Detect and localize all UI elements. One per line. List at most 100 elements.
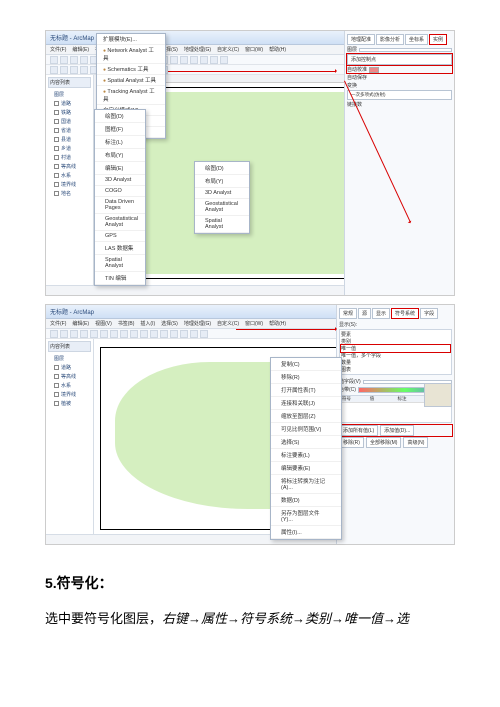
advanced-btn[interactable]: 高级(N) xyxy=(403,437,428,448)
tb-item[interactable]: LAS 数据集 xyxy=(95,242,145,255)
tb-item[interactable]: Spatial Analyst xyxy=(95,255,145,272)
tb-item[interactable]: 标注(L) xyxy=(95,136,145,149)
tb-item[interactable]: 3D Analyst xyxy=(95,175,145,186)
menu-geoproc[interactable]: 地理处理(G) xyxy=(184,320,211,327)
menu-window[interactable]: 窗口(W) xyxy=(245,46,263,53)
cat-item[interactable]: 唯一值，多个字段 xyxy=(341,352,450,359)
m-item[interactable]: 3D Analyst xyxy=(195,188,249,199)
menu-help[interactable]: 帮助(H) xyxy=(269,320,286,327)
tb-item[interactable]: 绘图(D) xyxy=(95,110,145,123)
ctx-item[interactable]: 标注要素(L) xyxy=(271,449,341,462)
menu-customize[interactable]: 自定义(C) xyxy=(217,46,239,53)
menu-help[interactable]: 帮助(H) xyxy=(269,46,286,53)
lbl-auto2: 自动保存 xyxy=(347,74,367,81)
georef-panel[interactable]: 地理配准 影像分析 坐标系 实例 图层 添加控制点 自动校准 自动保存 变换 一… xyxy=(344,31,454,295)
ptab[interactable]: 显示 xyxy=(372,308,390,319)
symbology-panel[interactable]: 常规 源 显示 符号系统 字段 显示(S): 要素 类别 唯一值 唯一值，多个字… xyxy=(336,305,454,544)
ctx-item[interactable]: 连接和关联(J) xyxy=(271,397,341,410)
arcmap-screenshot-1: 无标题 - ArcMap 文件(F) 编辑(E) 视图(V) 书签(B) 插入(… xyxy=(45,30,455,296)
panel-tab-active[interactable]: 实例 xyxy=(429,34,447,45)
add-control-point[interactable]: 添加控制点 xyxy=(347,54,452,65)
toc-layers-group[interactable]: 图层 xyxy=(48,90,91,99)
menu-geoproc[interactable]: 地理处理(G) xyxy=(184,46,211,53)
ctx-item[interactable]: 选择(S) xyxy=(271,436,341,449)
menu-ext-heading[interactable]: 扩展模块(E)... xyxy=(97,34,165,45)
toc-item: 村道 xyxy=(48,153,91,162)
table-of-contents[interactable]: 内容列表 图层 道路 等高线 水系 境界线 植被 xyxy=(46,339,94,534)
toc-item: 等高线 xyxy=(48,372,91,381)
add-all-values[interactable]: 添加所有值(L) xyxy=(339,425,378,436)
analysis-menu[interactable]: 绘图(D) 布局(Y) 3D Analyst Geostatistical An… xyxy=(194,161,250,234)
callout-arrow-3 xyxy=(236,329,336,330)
tb-item[interactable]: 图框(F) xyxy=(95,123,145,136)
menu-edit[interactable]: 编辑(E) xyxy=(72,320,89,327)
remove-btn[interactable]: 移除(R) xyxy=(339,437,364,448)
para-b: 右键→属性→符号系统→类别→唯一值→选 xyxy=(162,611,409,626)
add-values[interactable]: 添加值(D)... xyxy=(380,425,414,436)
cat-item[interactable]: 图表 xyxy=(341,366,450,373)
ptab[interactable]: 字段 xyxy=(420,308,438,319)
menu-select[interactable]: 选择(S) xyxy=(161,320,178,327)
arcmap-screenshot-2: 无标题 - ArcMap 文件(F) 编辑(E) 视图(V) 书签(B) 插入(… xyxy=(45,304,455,545)
m-item[interactable]: 绘图(D) xyxy=(195,162,249,175)
remove-all-btn[interactable]: 全部移除(M) xyxy=(366,437,402,448)
panel-tab[interactable]: 影像分析 xyxy=(376,34,404,45)
cat-item[interactable]: 数量 xyxy=(341,359,450,366)
toc-item: 植被 xyxy=(48,399,91,408)
layer-dropdown[interactable] xyxy=(359,48,452,52)
panel-tab[interactable]: 坐标系 xyxy=(405,34,428,45)
menu-insert[interactable]: 插入(I) xyxy=(140,320,155,327)
submenu-toolbars[interactable]: 绘图(D) 图框(F) 标注(L) 布局(Y) 编辑(E) 3D Analyst… xyxy=(94,109,146,286)
menu-edit[interactable]: 编辑(E) xyxy=(72,46,89,53)
ext-item[interactable]: Spatial Analyst 工具 xyxy=(97,75,165,86)
menu-customize[interactable]: 自定义(C) xyxy=(217,320,239,327)
cat-item[interactable]: 类别 xyxy=(341,338,450,345)
tb-item[interactable]: Data Driven Pages xyxy=(95,197,145,214)
toc-item: 乡道 xyxy=(48,144,91,153)
ctx-item[interactable]: 打开属性表(T) xyxy=(271,384,341,397)
toc-item: 省道 xyxy=(48,126,91,135)
ctx-item[interactable]: 将标注转换为注记(A)... xyxy=(271,475,341,494)
ptab[interactable]: 常规 xyxy=(339,308,357,319)
cat-item[interactable]: 要素 xyxy=(341,331,450,338)
m-item[interactable]: Spatial Analyst xyxy=(195,216,249,233)
ctx-item[interactable]: 可见比例范围(V) xyxy=(271,423,341,436)
menu-window[interactable]: 窗口(W) xyxy=(245,320,263,327)
tb-item[interactable]: Geostatistical Analyst xyxy=(95,214,145,231)
show-label: 显示(S): xyxy=(339,321,452,328)
transform-dropdown[interactable]: 一次多项式(仿射) xyxy=(347,90,452,100)
m-item[interactable]: Geostatistical Analyst xyxy=(195,199,249,216)
ctx-item[interactable]: 属性(I)... xyxy=(271,526,341,539)
menu-file[interactable]: 文件(F) xyxy=(50,46,66,53)
ctx-item[interactable]: 另存为图层文件(Y)... xyxy=(271,507,341,526)
ptab-symbology[interactable]: 符号系统 xyxy=(391,308,419,319)
tb-item[interactable]: 编辑(E) xyxy=(95,162,145,175)
tb-item[interactable]: GPS xyxy=(95,231,145,242)
menu-view[interactable]: 视图(V) xyxy=(95,320,112,327)
cat-unique[interactable]: 唯一值 xyxy=(341,345,450,352)
panel-tab[interactable]: 地理配准 xyxy=(347,34,375,45)
menu-bookmarks[interactable]: 书签(B) xyxy=(118,320,135,327)
ext-item[interactable]: Tracking Analyst 工具 xyxy=(97,86,165,105)
ctx-item[interactable]: 编辑要素(E) xyxy=(271,462,341,475)
toc-item: 县道 xyxy=(48,135,91,144)
para-a: 选中要符号化图层， xyxy=(45,611,162,626)
ext-item[interactable]: Schematics 工具 xyxy=(97,64,165,75)
tb-item[interactable]: 布局(Y) xyxy=(95,149,145,162)
ctx-item[interactable]: 移除(R) xyxy=(271,371,341,384)
ctx-item[interactable]: 缩放至图层(Z) xyxy=(271,410,341,423)
tb-item[interactable]: COGO xyxy=(95,186,145,197)
ctx-item[interactable]: 数据(D) xyxy=(271,494,341,507)
color-swatch[interactable] xyxy=(369,67,379,73)
m-item[interactable]: 布局(Y) xyxy=(195,175,249,188)
table-of-contents[interactable]: 内容列表 图层 道路 铁路 国道 省道 县道 乡道 村道 等高线 水系 境界线 … xyxy=(46,75,94,285)
ext-item[interactable]: Network Analyst 工具 xyxy=(97,45,165,64)
lbl-auto1: 自动校准 xyxy=(347,66,367,73)
layer-context-menu[interactable]: 复制(C) 移除(R) 打开属性表(T) 连接和关联(J) 缩放至图层(Z) 可… xyxy=(270,357,342,540)
ptab[interactable]: 源 xyxy=(358,308,371,319)
tb-item[interactable]: TIN 编辑 xyxy=(95,272,145,285)
menu-file[interactable]: 文件(F) xyxy=(50,320,66,327)
toc-item: 地名 xyxy=(48,189,91,198)
ctx-item[interactable]: 复制(C) xyxy=(271,358,341,371)
toc-item: 境界线 xyxy=(48,180,91,189)
